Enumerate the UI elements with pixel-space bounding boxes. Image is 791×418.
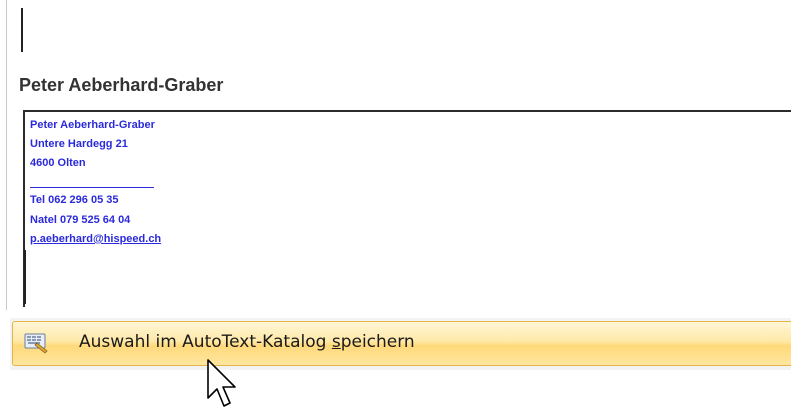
autotext-gallery: Peter Aeberhard-Graber Peter Aeberhard-G…: [0, 0, 791, 370]
autotext-save-icon: [23, 331, 49, 355]
signature-street: Untere Hardegg 21: [30, 138, 128, 150]
signature-city: 4600 Olten: [30, 157, 86, 169]
gallery-border: [6, 0, 7, 310]
save-selection-label: Auswahl im AutoText-Katalog speichern: [79, 332, 415, 352]
preview-caret: [24, 250, 26, 304]
accelerator-key: s: [331, 332, 341, 352]
text-caret: [21, 8, 23, 52]
signature-email[interactable]: p.aeberhard@hispeed.ch: [30, 233, 161, 245]
mouse-pointer-icon: [205, 358, 245, 414]
signature-name: Peter Aeberhard-Graber: [30, 119, 155, 131]
save-selection-to-autotext-gallery-menu-item[interactable]: Auswahl im AutoText-Katalog speichern: [12, 321, 791, 366]
autotext-entry-preview[interactable]: [23, 110, 791, 307]
signature-phone: Tel 062 296 05 35: [30, 194, 119, 206]
signature-mobile: Natel 079 525 64 04: [30, 214, 131, 226]
signature-divider: [30, 187, 154, 188]
autotext-entry-title[interactable]: Peter Aeberhard-Graber: [19, 75, 223, 96]
